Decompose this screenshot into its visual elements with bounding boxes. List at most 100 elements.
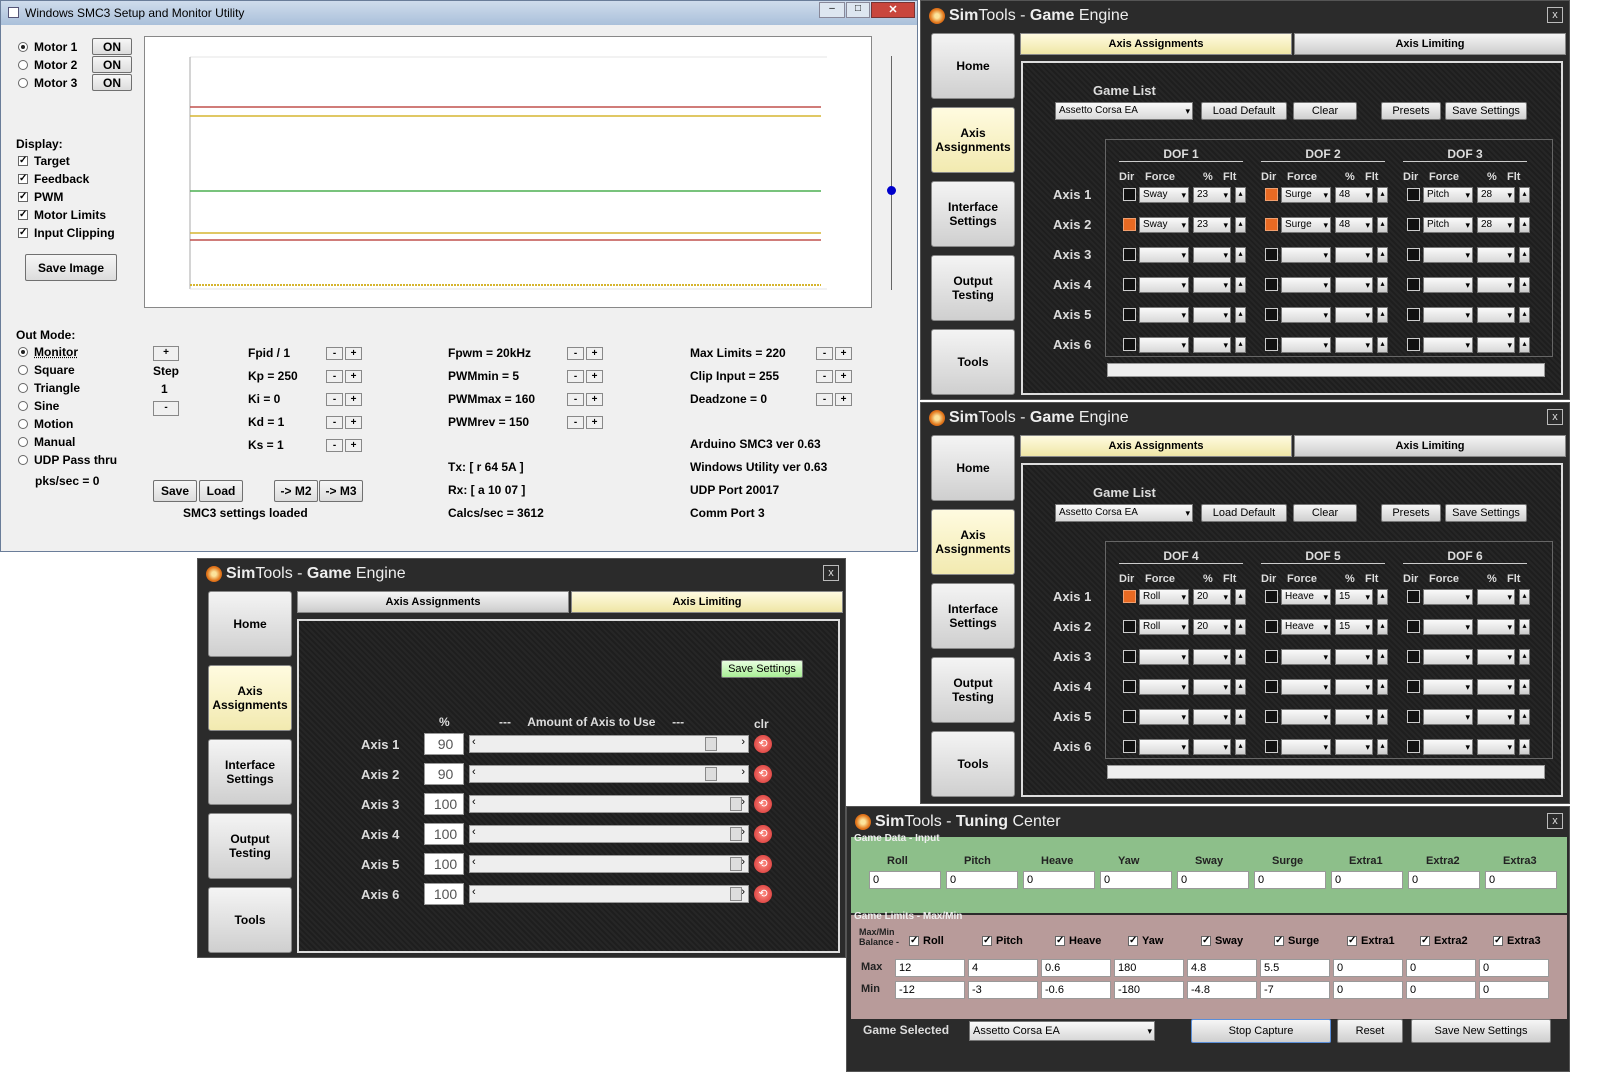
input-value-field[interactable]: 0	[1485, 871, 1557, 889]
filter-button[interactable]: ▴	[1235, 247, 1246, 263]
checkbox[interactable]: ✓	[1274, 936, 1284, 946]
force-dropdown[interactable]	[1139, 247, 1189, 263]
min-value-field[interactable]: 0	[1333, 981, 1403, 999]
force-dropdown[interactable]	[1281, 307, 1331, 323]
direction-toggle[interactable]	[1123, 308, 1136, 321]
param-minus-button[interactable]: -	[816, 347, 833, 360]
checkbox[interactable]: ✓	[1493, 936, 1503, 946]
param-plus-button[interactable]: +	[835, 370, 852, 383]
save-image-button[interactable]: Save Image	[25, 254, 117, 281]
nav-output-button[interactable]: Output Testing	[931, 657, 1015, 723]
param-plus-button[interactable]: +	[586, 393, 603, 406]
percent-dropdown[interactable]	[1477, 247, 1515, 263]
force-dropdown[interactable]	[1281, 337, 1331, 353]
display-checkbox-1[interactable]: ✓ Feedback	[18, 172, 89, 186]
out-mode-radio-4[interactable]: Motion	[18, 417, 73, 431]
radio-dot[interactable]	[18, 347, 28, 357]
slider-left-arrow-icon[interactable]: ‹	[472, 796, 476, 808]
nav-home-button[interactable]: Home	[931, 435, 1015, 501]
min-value-field[interactable]: -180	[1114, 981, 1184, 999]
force-dropdown[interactable]	[1423, 247, 1473, 263]
direction-toggle[interactable]	[1265, 338, 1278, 351]
checkbox[interactable]: ✓	[18, 156, 28, 166]
direction-toggle[interactable]	[1123, 278, 1136, 291]
force-dropdown[interactable]	[1423, 679, 1473, 695]
percent-dropdown[interactable]	[1477, 307, 1515, 323]
filter-button[interactable]: ▴	[1377, 679, 1388, 695]
filter-button[interactable]: ▴	[1519, 247, 1530, 263]
percent-dropdown[interactable]	[1193, 277, 1231, 293]
radio-dot[interactable]	[18, 365, 28, 375]
step-plus-button[interactable]: +	[153, 346, 179, 361]
radio-dot[interactable]	[18, 60, 28, 70]
horizontal-scrollbar[interactable]	[1107, 765, 1545, 779]
nav-output-button[interactable]: Output Testing	[931, 255, 1015, 321]
percent-dropdown[interactable]	[1477, 619, 1515, 635]
force-dropdown[interactable]	[1139, 709, 1189, 725]
min-value-field[interactable]: -12	[895, 981, 965, 999]
min-value-field[interactable]: 0	[1406, 981, 1476, 999]
percent-dropdown[interactable]	[1193, 307, 1231, 323]
slider-thumb[interactable]	[705, 737, 718, 751]
slider-thumb[interactable]	[730, 827, 742, 841]
save-settings-button[interactable]: Save Settings	[721, 660, 803, 678]
balance-checkbox[interactable]: ✓ Roll	[909, 935, 944, 947]
param-plus-button[interactable]: +	[586, 347, 603, 360]
tab-axis-limiting[interactable]: Axis Limiting	[571, 591, 843, 613]
close-button[interactable]: ✕	[871, 2, 915, 18]
filter-button[interactable]: ▴	[1377, 619, 1388, 635]
percent-value[interactable]: 90	[424, 763, 464, 785]
param-plus-button[interactable]: +	[835, 347, 852, 360]
param-minus-button[interactable]: -	[567, 393, 584, 406]
nav-axis-button[interactable]: Axis Assignments	[931, 509, 1015, 575]
percent-dropdown[interactable]	[1193, 679, 1231, 695]
nav-home-button[interactable]: Home	[931, 33, 1015, 99]
force-dropdown[interactable]	[1281, 247, 1331, 263]
max-value-field[interactable]: 0	[1333, 959, 1403, 977]
percent-dropdown[interactable]: 28	[1477, 187, 1515, 203]
direction-toggle[interactable]	[1407, 248, 1420, 261]
checkbox[interactable]: ✓	[1201, 936, 1211, 946]
force-dropdown[interactable]	[1139, 337, 1189, 353]
save-button[interactable]: Save	[153, 480, 197, 502]
force-dropdown[interactable]	[1281, 649, 1331, 665]
direction-toggle[interactable]	[1265, 218, 1278, 231]
filter-button[interactable]: ▴	[1235, 187, 1246, 203]
direction-toggle[interactable]	[1123, 188, 1136, 201]
balance-checkbox[interactable]: ✓ Pitch	[982, 935, 1023, 947]
force-dropdown[interactable]	[1281, 277, 1331, 293]
balance-checkbox[interactable]: ✓ Yaw	[1128, 935, 1163, 947]
direction-toggle[interactable]	[1407, 680, 1420, 693]
percent-dropdown[interactable]	[1335, 709, 1373, 725]
nav-interface-button[interactable]: Interface Settings	[931, 181, 1015, 247]
force-dropdown[interactable]: Heave	[1281, 619, 1331, 635]
min-value-field[interactable]: -3	[968, 981, 1038, 999]
filter-button[interactable]: ▴	[1519, 589, 1530, 605]
max-value-field[interactable]: 0.6	[1041, 959, 1111, 977]
force-dropdown[interactable]: Heave	[1281, 589, 1331, 605]
clear-button[interactable]: Clear	[1293, 504, 1357, 522]
force-dropdown[interactable]: Surge	[1281, 217, 1331, 233]
percent-dropdown[interactable]	[1335, 337, 1373, 353]
save-new-settings-button[interactable]: Save New Settings	[1411, 1019, 1551, 1043]
direction-toggle[interactable]	[1265, 278, 1278, 291]
force-dropdown[interactable]: Sway	[1139, 187, 1189, 203]
filter-button[interactable]: ▴	[1235, 589, 1246, 605]
percent-dropdown[interactable]	[1477, 649, 1515, 665]
tab-axis-limiting[interactable]: Axis Limiting	[1294, 435, 1566, 457]
force-dropdown[interactable]	[1423, 649, 1473, 665]
radio-dot[interactable]	[18, 78, 28, 88]
max-value-field[interactable]: 4.8	[1187, 959, 1257, 977]
tab-axis-assignments[interactable]: Axis Assignments	[297, 591, 569, 613]
tab-axis-limiting[interactable]: Axis Limiting	[1294, 33, 1566, 55]
filter-button[interactable]: ▴	[1519, 337, 1530, 353]
slider-thumb[interactable]	[887, 186, 896, 195]
filter-button[interactable]: ▴	[1377, 307, 1388, 323]
tab-axis-assignments[interactable]: Axis Assignments	[1020, 435, 1292, 457]
save-settings-button[interactable]: Save Settings	[1445, 504, 1527, 522]
param-minus-button[interactable]: -	[326, 439, 343, 452]
filter-button[interactable]: ▴	[1377, 337, 1388, 353]
percent-dropdown[interactable]	[1477, 277, 1515, 293]
filter-button[interactable]: ▴	[1377, 739, 1388, 755]
percent-dropdown[interactable]: 23	[1193, 217, 1231, 233]
